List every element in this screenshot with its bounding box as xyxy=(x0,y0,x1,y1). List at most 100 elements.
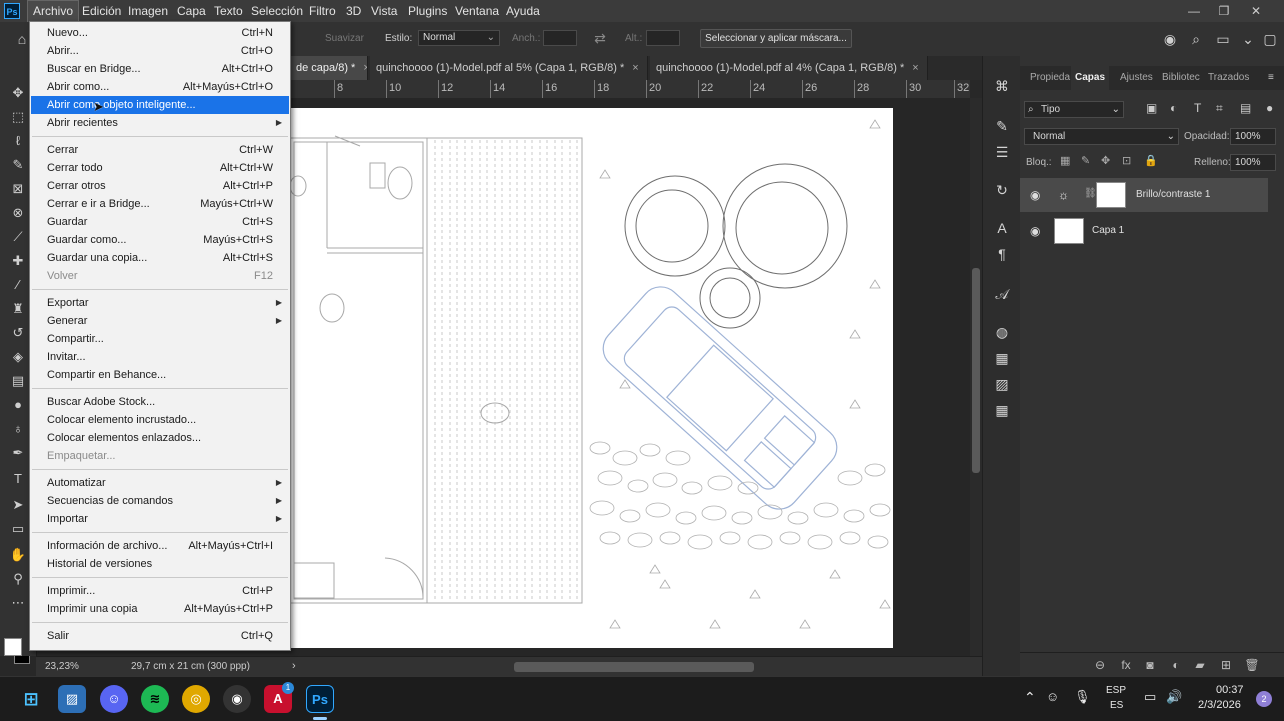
canvas-area[interactable] xyxy=(290,98,970,656)
filter-toggle-icon[interactable]: ● xyxy=(1266,101,1273,115)
3d-panel-icon[interactable]: ◍ xyxy=(992,322,1012,342)
tab-document-1[interactable]: de capa/8) * × xyxy=(290,56,368,80)
close-window-icon[interactable]: ✕ xyxy=(1244,0,1268,22)
menu-item-importar[interactable]: Importar ▶ xyxy=(31,510,289,528)
tab-trazados[interactable]: Trazados xyxy=(1204,66,1253,90)
windows-start-icon[interactable]: ⊞ xyxy=(17,685,45,713)
pen-tool-icon[interactable]: ✒ xyxy=(8,444,28,462)
workspace-menu-icon[interactable]: ⌄ xyxy=(1238,29,1258,49)
adjust-panel-icon[interactable]: ⌘ xyxy=(992,76,1012,96)
discord-icon[interactable]: ☺ xyxy=(100,685,128,713)
menu-item-exportar[interactable]: Exportar ▶ xyxy=(31,294,289,312)
grid-panel-icon[interactable]: ▦ xyxy=(992,348,1012,368)
search-icon[interactable]: ⌕ xyxy=(1186,29,1206,49)
clock-date[interactable]: 2/3/2026 xyxy=(1198,699,1241,711)
menu-filtro[interactable]: Filtro xyxy=(304,0,341,22)
tab-propiedades[interactable]: Propieda xyxy=(1026,66,1074,90)
brush-panel-icon[interactable]: ✎ xyxy=(992,116,1012,136)
layer-mask-thumbnail[interactable] xyxy=(1096,182,1126,208)
move-tool-icon[interactable]: ✥ xyxy=(8,84,28,102)
menu-item-automatizar[interactable]: Automatizar ▶ xyxy=(31,474,289,492)
lock-position-icon[interactable]: ✥ xyxy=(1101,154,1110,167)
filter-shape-icon[interactable]: ⌗ xyxy=(1216,101,1223,116)
frame-tool-icon[interactable]: ⊗ xyxy=(8,204,28,222)
menu-plugins[interactable]: Plugins xyxy=(403,0,452,22)
quick-select-tool-icon[interactable]: ✎ xyxy=(8,156,28,174)
blend-mode-select[interactable]: Normal ⌄ xyxy=(1024,128,1179,145)
zoom-tool-icon[interactable]: ⚲ xyxy=(8,570,28,588)
layer-row[interactable]: ◉ Capa 1 xyxy=(1020,214,1268,248)
menu-item-abrir-como-objeto-inteligente[interactable]: Abrir como objeto inteligente... ➤ xyxy=(31,96,289,114)
eye-icon[interactable]: ◉ xyxy=(1030,224,1040,238)
menu-item-abrir-recientes[interactable]: Abrir recientes ▶ xyxy=(31,114,289,132)
smooth-label[interactable]: Suavizar xyxy=(325,33,364,44)
lock-all-icon[interactable]: 🔒 xyxy=(1144,154,1158,167)
trash-icon[interactable]: 🗑 xyxy=(1244,657,1260,673)
restore-icon[interactable]: ❐ xyxy=(1212,0,1236,22)
keyboard-layout[interactable]: ES xyxy=(1110,700,1123,711)
menu-ayuda[interactable]: Ayuda xyxy=(501,0,545,22)
minimize-icon[interactable]: — xyxy=(1182,0,1206,22)
tab-capas[interactable]: Capas xyxy=(1071,66,1110,90)
microphone-icon[interactable]: 🎙 xyxy=(1074,689,1091,705)
chrome-icon[interactable]: ◎ xyxy=(182,685,210,713)
rectangle-tool-icon[interactable]: ▭ xyxy=(8,520,28,538)
filter-pixel-icon[interactable]: ▣ xyxy=(1146,101,1157,115)
tab-document-3[interactable]: quinchoooo (1)-Model.pdf al 4% (Capa 1, … xyxy=(650,56,928,80)
sliders-panel-icon[interactable]: ☰ xyxy=(992,142,1012,162)
menu-item-compartir[interactable]: Compartir... xyxy=(31,330,289,348)
eye-icon[interactable]: ◉ xyxy=(1030,188,1040,202)
menu-3d[interactable]: 3D xyxy=(341,0,366,22)
menu-item-guardar[interactable]: Guardar Ctrl+S xyxy=(31,213,289,231)
character-panel-icon[interactable]: A xyxy=(992,218,1012,238)
filter-type-icon[interactable]: T xyxy=(1194,101,1201,115)
language-code[interactable]: ESP xyxy=(1106,685,1126,696)
menu-item-historial-de-versiones[interactable]: Historial de versiones xyxy=(31,555,289,573)
new-group-icon[interactable]: ▰ xyxy=(1192,657,1208,673)
gradient-tool-icon[interactable]: ▤ xyxy=(8,372,28,390)
crop-tool-icon[interactable]: ⊠ xyxy=(8,180,28,198)
panel-menu-icon[interactable]: ≡ xyxy=(1264,66,1278,90)
menu-imagen[interactable]: Imagen xyxy=(123,0,173,22)
menu-capa[interactable]: Capa xyxy=(172,0,211,22)
menu-item-buscar-adobe-stock[interactable]: Buscar Adobe Stock... xyxy=(31,393,289,411)
spotify-icon[interactable]: ≋ xyxy=(141,685,169,713)
frame-icon[interactable]: ▢ xyxy=(1260,29,1280,49)
menu-seleccion[interactable]: Selección xyxy=(246,0,308,22)
menu-item-cerrar-otros[interactable]: Cerrar otros Alt+Ctrl+P xyxy=(31,177,289,195)
network-icon[interactable]: ▭ xyxy=(1144,689,1156,705)
close-tab-icon[interactable]: × xyxy=(363,62,367,74)
history-panel-icon[interactable]: ↻ xyxy=(992,180,1012,200)
menu-item-invitar[interactable]: Invitar... xyxy=(31,348,289,366)
width-input[interactable] xyxy=(543,30,577,46)
layer-row[interactable]: ◉ ☼ ⛓ Brillo/contraste 1 xyxy=(1020,178,1268,212)
tab-bibliotecas[interactable]: Bibliotec xyxy=(1158,66,1204,90)
dodge-tool-icon[interactable]: ♁ xyxy=(8,420,28,438)
share-icon[interactable]: ◉ xyxy=(1160,29,1180,49)
menu-item-abrir-como[interactable]: Abrir como... Alt+Mayús+Ctrl+O xyxy=(31,78,289,96)
stamp-tool-icon[interactable]: ♜ xyxy=(8,300,28,318)
lock-transparency-icon[interactable]: ▦ xyxy=(1060,154,1070,167)
link-layers-icon[interactable]: ⊖ xyxy=(1092,657,1108,673)
menu-item-imprimir-una-copia[interactable]: Imprimir una copia Alt+Mayús+Ctrl+P xyxy=(31,600,289,618)
vertical-scrollbar[interactable] xyxy=(970,98,982,656)
marquee-tool-icon[interactable]: ⬚ xyxy=(8,108,28,126)
menu-item-imprimir[interactable]: Imprimir... Ctrl+P xyxy=(31,582,289,600)
select-mask-button[interactable]: Seleccionar y aplicar máscara... xyxy=(700,29,852,48)
filter-smart-object-icon[interactable]: ▤ xyxy=(1240,101,1251,115)
photoshop-taskbar-icon[interactable]: Ps xyxy=(306,685,334,713)
menu-item-guardar-una-copia[interactable]: Guardar una copia... Alt+Ctrl+S xyxy=(31,249,289,267)
lasso-tool-icon[interactable]: ℓ xyxy=(8,132,28,150)
eraser-tool-icon[interactable]: ◈ xyxy=(8,348,28,366)
clock-time[interactable]: 00:37 xyxy=(1216,684,1244,696)
volume-icon[interactable]: 🔊 xyxy=(1166,689,1182,705)
menu-item-secuencias-de-comandos[interactable]: Secuencias de comandos ▶ xyxy=(31,492,289,510)
style-select[interactable]: Normal ⌄ xyxy=(418,30,500,46)
menu-item-colocar-elementos-enlazados[interactable]: Colocar elementos enlazados... xyxy=(31,429,289,447)
new-layer-icon[interactable]: ⊞ xyxy=(1218,657,1234,673)
gradient-panel-icon[interactable]: ▨ xyxy=(992,374,1012,394)
status-menu-arrow[interactable]: › xyxy=(292,660,296,672)
more-tools-icon[interactable]: ⋯ xyxy=(8,594,28,612)
workspace-icon[interactable]: ▭ xyxy=(1213,29,1233,49)
patterns-panel-icon[interactable]: ▦ xyxy=(992,400,1012,420)
